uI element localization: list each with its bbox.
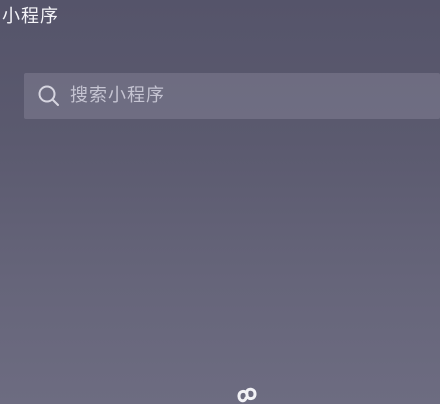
mini-program-logo-icon (232, 378, 264, 404)
page-title: 小程序 (2, 6, 59, 27)
header: 小程序 (2, 4, 59, 30)
search-input[interactable]: 搜索小程序 (24, 73, 440, 119)
search-icon (36, 83, 62, 109)
search-placeholder: 搜索小程序 (70, 85, 165, 106)
